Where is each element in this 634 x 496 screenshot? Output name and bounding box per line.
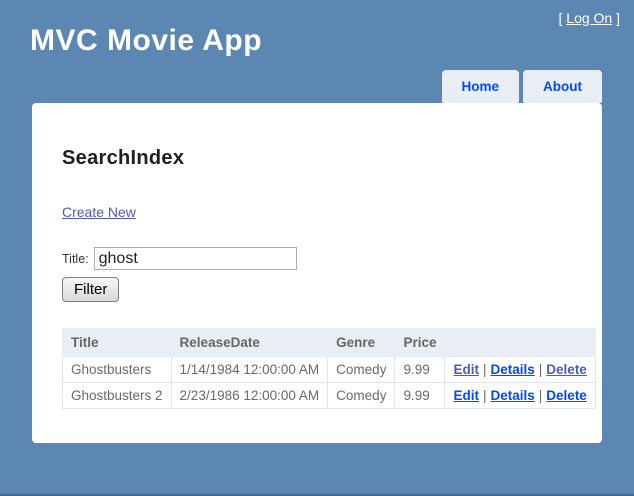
title-label: Title: [62,251,89,266]
table-row: Ghostbusters 1/14/1984 12:00:00 AM Comed… [62,356,596,383]
cell-genre: Comedy [327,356,396,383]
create-new-link[interactable]: Create New [62,204,136,220]
delete-link[interactable]: Delete [546,362,587,377]
cell-price: 9.99 [394,356,446,383]
cell-price: 9.99 [394,382,446,409]
action-separator: | [538,388,543,403]
cell-genre: Comedy [327,382,396,409]
action-separator: | [482,388,487,403]
column-header-actions [444,328,596,357]
details-link[interactable]: Details [491,362,535,377]
login-bracket-close: ] [612,10,620,26]
page: { "header": { "app_title": "MVC Movie Ap… [0,0,634,496]
column-header-title: Title [62,328,172,357]
tab-home[interactable]: Home [441,70,520,103]
login-display: [ Log On ] [559,10,621,26]
content-panel: SearchIndex Create New Title: Filter Tit… [32,103,602,443]
delete-link[interactable]: Delete [546,388,587,403]
cell-title: Ghostbusters [62,356,172,383]
tab-about[interactable]: About [523,70,602,103]
edit-link[interactable]: Edit [453,362,479,377]
cell-title: Ghostbusters 2 [62,382,172,409]
filter-form: Title: [62,247,297,270]
column-header-genre: Genre [327,328,396,357]
column-header-price: Price [394,328,446,357]
cell-actions: Edit | Details | Delete [444,382,596,409]
details-link[interactable]: Details [491,388,535,403]
log-on-link[interactable]: Log On [566,10,612,26]
action-separator: | [482,362,487,377]
column-header-releasedate: ReleaseDate [170,328,329,357]
action-separator: | [538,362,543,377]
page-title: SearchIndex [62,147,185,169]
cell-actions: Edit | Details | Delete [444,356,596,383]
nav-menu: Home About [441,70,602,103]
movies-table: Title ReleaseDate Genre Price Ghostbuste… [62,328,596,409]
filter-button[interactable]: Filter [62,277,120,302]
table-row: Ghostbusters 2 2/23/1986 12:00:00 AM Com… [62,382,596,409]
table-header-row: Title ReleaseDate Genre Price [62,328,596,357]
cell-release-date: 1/14/1984 12:00:00 AM [170,356,329,383]
app-title: MVC Movie App [30,24,263,57]
cell-release-date: 2/23/1986 12:00:00 AM [170,382,329,409]
title-search-input[interactable] [93,247,297,270]
edit-link[interactable]: Edit [453,388,479,403]
